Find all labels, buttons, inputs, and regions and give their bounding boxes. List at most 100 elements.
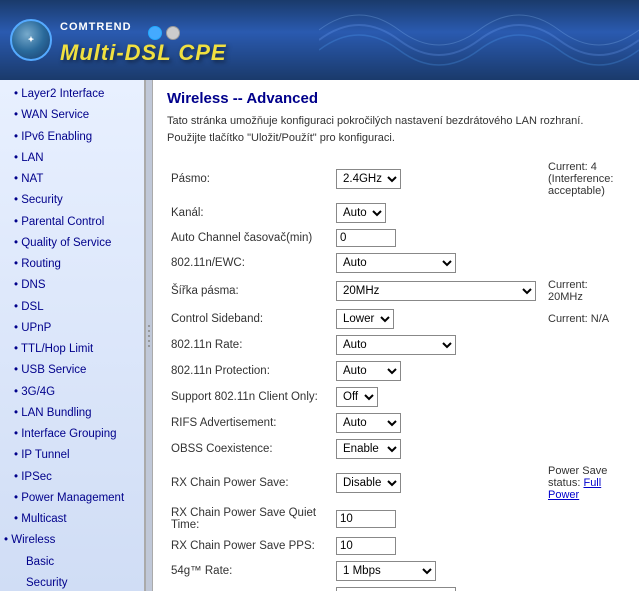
input-auto-channel[interactable] [336, 229, 396, 247]
control-rx-chain-power-save: DisableEnable [332, 462, 540, 504]
sidebar-item-multicast[interactable]: Multicast [0, 509, 144, 530]
select-multicast-rate[interactable]: Auto [336, 587, 456, 591]
row-80211n-protection: 802.11n Protection: AutoEnableDisable [167, 358, 625, 384]
sidebar-item-routing[interactable]: Routing [0, 254, 144, 275]
header: ✦ COMTREND Multi-DSL CPE [0, 0, 639, 80]
info-pasmo: Current: 4(Interference:acceptable) [540, 158, 625, 200]
content-area: Wireless -- Advanced Tato stránka umožňu… [153, 80, 639, 591]
control-rifs: AutoEnableDisable [332, 410, 540, 436]
select-80211n-protection[interactable]: AutoEnableDisable [336, 361, 401, 381]
resize-dots [148, 325, 150, 347]
dot-2 [166, 26, 180, 40]
label-80211n-rate: 802.11n Rate: [167, 332, 332, 358]
sidebar-item-ipsec[interactable]: IPSec [0, 467, 144, 488]
sidebar-item-parental-control[interactable]: Parental Control [0, 212, 144, 233]
sidebar-item-lan-bundling[interactable]: LAN Bundling [0, 403, 144, 424]
sidebar-item-lan[interactable]: LAN [0, 148, 144, 169]
select-support-80211n-client[interactable]: OffOn [336, 387, 378, 407]
control-support-80211n-client: OffOn [332, 384, 540, 410]
info-control-sideband: Current: N/A [540, 306, 625, 332]
select-54g-rate[interactable]: 1 Mbps2 Mbps5.5 MbpsAuto [336, 561, 436, 581]
row-pasmo: Pásmo: 2.4GHz5GHz Current: 4(Interferenc… [167, 158, 625, 200]
select-siřka-pasma[interactable]: 20MHz40MHz20/40MHz [336, 281, 536, 301]
select-control-sideband[interactable]: LowerUpper [336, 309, 394, 329]
row-rx-chain-power-save: RX Chain Power Save: DisableEnable Power… [167, 462, 625, 504]
header-decoration [319, 0, 639, 80]
control-80211n-rate: Auto [332, 332, 540, 358]
info-rx-chain-power-save: Power Save status: FullPower [540, 462, 625, 504]
row-sířka-pásma: Šířka pásma: 20MHz40MHz20/40MHz Current:… [167, 276, 625, 306]
sidebar-item-ip-tunnel[interactable]: IP Tunnel [0, 445, 144, 466]
sidebar-item-wireless[interactable]: Wireless [0, 530, 144, 551]
label-rx-chain-pps: RX Chain Power Save PPS: [167, 534, 332, 558]
control-sideband: LowerUpper [332, 306, 540, 332]
sidebar-item-usb-service[interactable]: USB Service [0, 360, 144, 381]
row-multicast-rate: Multicast Rate: Auto [167, 584, 625, 591]
select-kanal[interactable]: Auto123611 [336, 203, 386, 223]
sidebar-item-quality-of-service[interactable]: Quality of Service [0, 233, 144, 254]
sidebar: Layer2 Interface WAN Service IPv6 Enabli… [0, 80, 145, 591]
input-rx-chain-quiet-time[interactable] [336, 510, 396, 528]
sidebar-item-nat[interactable]: NAT [0, 169, 144, 190]
sidebar-item-dsl[interactable]: DSL [0, 297, 144, 318]
info-siřka-pasma: Current: 20MHz [540, 276, 625, 306]
select-rx-chain-power-save[interactable]: DisableEnable [336, 473, 401, 493]
settings-form: Pásmo: 2.4GHz5GHz Current: 4(Interferenc… [167, 158, 625, 591]
sidebar-item-3g4g[interactable]: 3G/4G [0, 382, 144, 403]
sidebar-item-wan-service[interactable]: WAN Service [0, 105, 144, 126]
row-rx-chain-quiet-time: RX Chain Power Save Quiet Time: [167, 504, 625, 534]
select-pasmo[interactable]: 2.4GHz5GHz [336, 169, 401, 189]
brand-name: COMTREND [60, 21, 132, 33]
page-description: Tato stránka umožňuje konfiguraci pokroč… [167, 113, 625, 146]
control-80211n-protection: AutoEnableDisable [332, 358, 540, 384]
logo-area: ✦ COMTREND Multi-DSL CPE [10, 14, 227, 66]
row-rifs: RIFS Advertisement: AutoEnableDisable [167, 410, 625, 436]
row-obss: OBSS Coexistence: EnableDisable [167, 436, 625, 462]
label-80211n-protection: 802.11n Protection: [167, 358, 332, 384]
label-multicast-rate: Multicast Rate: [167, 584, 332, 591]
sidebar-item-ipv6-enabling[interactable]: IPv6 Enabling [0, 127, 144, 148]
resize-handle[interactable] [145, 80, 153, 591]
sidebar-item-layer2-interface[interactable]: Layer2 Interface [0, 84, 144, 105]
sidebar-item-power-management[interactable]: Power Management [0, 488, 144, 509]
row-rx-chain-pps: RX Chain Power Save PPS: [167, 534, 625, 558]
sidebar-item-interface-grouping[interactable]: Interface Grouping [0, 424, 144, 445]
row-54g-rate: 54g™ Rate: 1 Mbps2 Mbps5.5 MbpsAuto [167, 558, 625, 584]
row-control-sideband: Control Sideband: LowerUpper Current: N/… [167, 306, 625, 332]
label-rifs: RIFS Advertisement: [167, 410, 332, 436]
label-siřka-pasma: Šířka pásma: [167, 276, 332, 306]
sidebar-subitem-security[interactable]: Security [0, 573, 144, 591]
select-rifs[interactable]: AutoEnableDisable [336, 413, 401, 433]
sidebar-item-security[interactable]: Security [0, 190, 144, 211]
sidebar-subitem-basic[interactable]: Basic [0, 552, 144, 573]
label-auto-channel: Auto Channel časovač(min) [167, 226, 332, 250]
select-80211n-rate[interactable]: Auto [336, 335, 456, 355]
label-support-80211n-client: Support 802.11n Client Only: [167, 384, 332, 410]
main-layout: Layer2 Interface WAN Service IPv6 Enabli… [0, 80, 639, 591]
control-obss: EnableDisable [332, 436, 540, 462]
label-rx-chain-quiet-time: RX Chain Power Save Quiet Time: [167, 504, 332, 534]
control-rx-chain-quiet-time [332, 504, 540, 534]
sidebar-item-ttl-hop-limit[interactable]: TTL/Hop Limit [0, 339, 144, 360]
select-obss[interactable]: EnableDisable [336, 439, 401, 459]
label-80211n-ewc: 802.11n/EWC: [167, 250, 332, 276]
input-rx-chain-pps[interactable] [336, 537, 396, 555]
row-80211n-rate: 802.11n Rate: Auto [167, 332, 625, 358]
row-auto-channel: Auto Channel časovač(min) [167, 226, 625, 250]
control-kanal: Auto123611 [332, 200, 540, 226]
sidebar-item-upnp[interactable]: UPnP [0, 318, 144, 339]
control-auto-channel [332, 226, 540, 250]
header-dots [148, 26, 180, 40]
control-pasmo: 2.4GHz5GHz [332, 158, 540, 200]
select-80211n-ewc[interactable]: AutoEnableDisable [336, 253, 456, 273]
row-support-80211n-client: Support 802.11n Client Only: OffOn [167, 384, 625, 410]
row-kanal: Kanál: Auto123611 [167, 200, 625, 226]
control-rx-chain-pps [332, 534, 540, 558]
control-siřka-pasma: 20MHz40MHz20/40MHz [332, 276, 540, 306]
label-control-sideband: Control Sideband: [167, 306, 332, 332]
label-kanal: Kanál: [167, 200, 332, 226]
dot-1 [148, 26, 162, 40]
sidebar-item-dns[interactable]: DNS [0, 275, 144, 296]
control-80211n-ewc: AutoEnableDisable [332, 250, 540, 276]
brand-area: COMTREND Multi-DSL CPE [60, 14, 227, 66]
